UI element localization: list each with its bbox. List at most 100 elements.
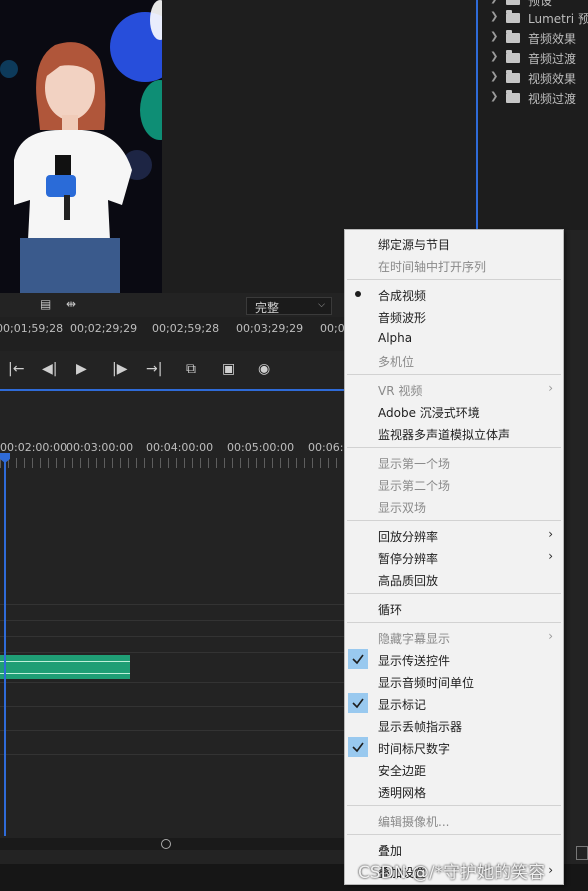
menu-item[interactable]: 显示传送控件 <box>345 648 563 670</box>
submenu-arrow-icon: › <box>548 549 553 563</box>
menu-item[interactable]: Adobe 沉浸式环境 <box>345 400 563 422</box>
track-divider <box>0 706 345 707</box>
menu-separator <box>347 805 561 806</box>
menu-item[interactable]: 显示丢帧指示器 <box>345 714 563 736</box>
menu-item: 显示双场 <box>378 501 427 515</box>
scroll-handle[interactable] <box>161 839 171 849</box>
chevron-down-icon: ⌵ <box>318 300 325 310</box>
menu-separator <box>347 374 561 375</box>
menu-separator <box>347 520 561 521</box>
menu-separator <box>347 834 561 835</box>
ruler-timecode: 00:04:00:00 <box>146 441 214 454</box>
monitor-time-ruler[interactable]: 00;01;59;28 00;02;29;29 00;02;59;28 00;0… <box>0 317 387 351</box>
audio-clip[interactable] <box>0 655 130 679</box>
step-forward-icon[interactable]: |▶ <box>112 361 127 377</box>
menu-item[interactable]: 绑定源与节目 <box>345 232 563 254</box>
chevron-right-icon[interactable]: ❯ <box>490 51 498 62</box>
ruler-timecode: 00;02;59;28 <box>152 322 220 335</box>
folder-icon <box>506 70 520 83</box>
menu-item[interactable]: 时间标尺数字 <box>345 736 563 758</box>
checkmark-icon <box>348 737 368 757</box>
submenu-arrow-icon: › <box>548 629 553 643</box>
track-divider <box>0 652 345 653</box>
timeline-scrollbar[interactable] <box>0 838 345 850</box>
track-divider <box>0 730 345 731</box>
transport-controls: |← ◀| ▶ |▶ →| ⧉ ▣ ◉ <box>0 352 345 390</box>
chevron-right-icon[interactable]: ❯ <box>490 91 498 102</box>
context-menu: 绑定源与节目 在时间轴中打开序列 合成视频 音频波形 Alpha 多机位 VR … <box>344 229 564 885</box>
menu-item: 隐藏字幕显示 › <box>378 629 553 646</box>
menu-item: 编辑摄像机... <box>378 815 450 829</box>
menu-item: 显示第一个场 <box>378 457 451 471</box>
camera-icon[interactable]: ◉ <box>258 361 270 377</box>
menu-item[interactable]: 循环 <box>345 597 563 619</box>
menu-item[interactable]: 透明网格 <box>345 780 563 802</box>
folder-icon <box>506 10 520 23</box>
menu-item[interactable]: 合成视频 <box>345 283 563 305</box>
ruler-timecode: 00:03:00:00 <box>66 441 134 454</box>
go-to-in-icon[interactable]: |← <box>8 361 24 377</box>
checkmark-icon <box>348 649 368 669</box>
ruler-ticks <box>0 458 345 468</box>
ruler-timecode: 00;01;59;28 <box>0 322 64 335</box>
menu-item[interactable]: Alpha <box>345 327 563 349</box>
chevron-right-icon[interactable]: ❯ <box>490 11 498 22</box>
effects-panel: ❯ 预设 ❯ Lumetri 预设 ❯ 音频效果 ❯ 音频过渡 ❯ 视频效果 ❯… <box>478 0 588 230</box>
track-divider <box>0 604 345 605</box>
menu-item[interactable]: 显示音频时间单位 <box>345 670 563 692</box>
menu-separator <box>347 593 561 594</box>
track-divider <box>0 754 345 755</box>
menu-separator <box>347 279 561 280</box>
playhead-line[interactable] <box>4 454 6 836</box>
watermark-text: CSDN @/*守护她的笑容 <box>358 863 546 883</box>
program-monitor-video <box>0 0 162 293</box>
playback-quality-select[interactable]: 完整 ⌵ <box>246 297 332 315</box>
menu-item[interactable]: 显示标记 <box>345 692 563 714</box>
menu-item[interactable]: 高品质回放 <box>345 568 563 590</box>
overwrite-icon[interactable]: ▣ <box>222 361 235 377</box>
folder-icon <box>506 0 520 5</box>
effects-folder[interactable]: ❯ Lumetri 预设 <box>478 8 588 28</box>
menu-item: 多机位 <box>378 355 415 369</box>
chevron-right-icon[interactable]: ❯ <box>490 31 498 42</box>
play-icon[interactable]: ▶ <box>76 361 87 377</box>
track-divider <box>0 636 345 637</box>
radio-bullet-icon <box>355 291 361 297</box>
menu-separator <box>347 447 561 448</box>
menu-item[interactable]: 安全边距 <box>345 758 563 780</box>
menu-item[interactable]: 监视器多声道模拟立体声 <box>345 422 563 444</box>
ruler-timecode: 00:05:00:00 <box>227 441 295 454</box>
checkmark-icon <box>348 693 368 713</box>
track-divider <box>0 682 345 683</box>
folder-icon <box>506 30 520 43</box>
effects-folder[interactable]: ❯ 音频过渡 <box>478 48 588 68</box>
trash-icon[interactable] <box>576 846 588 860</box>
effects-folder[interactable]: ❯ 视频过渡 <box>478 88 588 108</box>
chevron-right-icon[interactable]: ❯ <box>490 71 498 82</box>
menu-item[interactable]: 回放分辨率 › <box>345 524 563 546</box>
step-back-icon[interactable]: ◀| <box>42 361 57 377</box>
track-divider <box>0 620 345 621</box>
effects-folder[interactable]: ❯ 视频效果 <box>478 68 588 88</box>
menu-item: 显示第二个场 <box>378 479 451 493</box>
menu-separator <box>347 622 561 623</box>
submenu-arrow-icon: › <box>548 381 553 395</box>
go-to-out-icon[interactable]: →| <box>146 361 162 377</box>
menu-item[interactable]: 暂停分辨率 › <box>345 546 563 568</box>
menu-item[interactable]: 叠加 <box>345 838 563 860</box>
ruler-timecode: 00;03;29;29 <box>236 322 304 335</box>
menu-item[interactable]: 音频波形 <box>345 305 563 327</box>
ruler-timecode: 00;02;29;29 <box>70 322 138 335</box>
menu-item: 在时间轴中打开序列 <box>378 260 487 274</box>
film-icon[interactable]: ▤ <box>40 297 51 311</box>
menu-item: VR 视频 › <box>378 381 553 398</box>
audio-wave-icon[interactable]: ⇹ <box>66 297 76 311</box>
effects-folder[interactable]: ❯ 音频效果 <box>478 28 588 48</box>
folder-icon <box>506 90 520 103</box>
chevron-right-icon[interactable]: ❯ <box>490 0 498 4</box>
submenu-arrow-icon: › <box>548 527 553 541</box>
person-image <box>14 42 132 293</box>
insert-icon[interactable]: ⧉ <box>186 361 196 377</box>
folder-icon <box>506 50 520 63</box>
ruler-timecode: 00:02:00:00 <box>0 441 68 454</box>
